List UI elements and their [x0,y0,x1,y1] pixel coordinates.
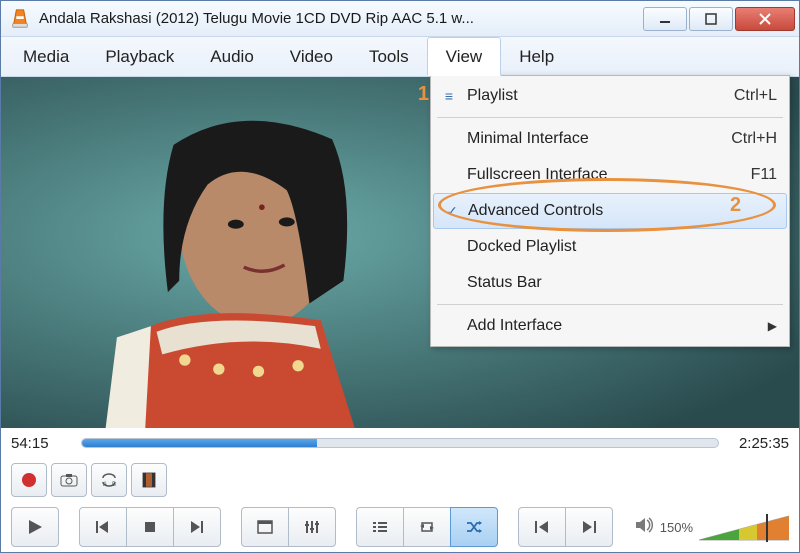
playlist-group [356,507,498,547]
time-elapsed[interactable]: 54:15 [11,435,71,452]
play-icon [26,518,44,536]
advanced-controls-row: AB [1,458,799,502]
menu-media[interactable]: Media [5,37,87,76]
check-icon: ✓ [442,203,462,220]
menu-shortcut: Ctrl+H [731,130,777,148]
record-icon [22,473,36,487]
skip-group [518,507,613,547]
annotation-2: 2 [730,194,741,217]
annotation-1: 1 [418,83,429,106]
app-icon [9,8,31,30]
seekbar-row: 54:15 2:25:35 [1,428,799,458]
menu-view[interactable]: View [427,37,502,76]
volume-control: 150% [634,512,789,542]
titlebar[interactable]: Andala Rakshasi (2012) Telugu Movie 1CD … [1,1,799,37]
shuffle-button[interactable] [450,507,498,547]
menu-video[interactable]: Video [272,37,351,76]
menu-item-label: Minimal Interface [467,130,589,148]
next-button[interactable] [173,507,221,547]
stop-icon [143,520,157,534]
menubar: Media Playback Audio Video Tools View He… [1,37,799,77]
snapshot-button[interactable] [51,463,87,497]
fullscreen-button[interactable] [241,507,289,547]
menu-shortcut: Ctrl+L [734,87,777,105]
skip-back-button[interactable] [518,507,566,547]
menu-item-label: Playlist [467,87,518,105]
play-button[interactable] [11,507,59,547]
menu-tools[interactable]: Tools [351,37,427,76]
window-buttons [641,7,795,31]
playlist-button[interactable] [356,507,404,547]
menu-playback[interactable]: Playback [87,37,192,76]
loop-icon: AB [100,472,118,488]
playlist-icon [372,520,388,534]
record-button[interactable] [11,463,47,497]
skip-fwd-button[interactable] [565,507,613,547]
window-title: Andala Rakshasi (2012) Telugu Movie 1CD … [39,10,641,27]
menu-separator [437,304,783,305]
list-icon: ≡ [439,88,459,104]
loop-ab-button[interactable]: AB [91,463,127,497]
volume-slider[interactable] [699,512,789,542]
seek-fill [82,439,317,447]
repeat-button[interactable] [403,507,451,547]
next-icon [189,520,205,534]
menu-shortcut: F11 [751,166,777,184]
main-controls-row: 150% [1,502,799,552]
minimize-button[interactable] [643,7,687,31]
camera-icon [60,473,78,487]
menu-item-fullscreen[interactable]: Fullscreen Interface F11 [431,157,789,193]
seek-slider[interactable] [81,438,719,448]
svg-text:B: B [112,482,116,488]
menu-item-label: Add Interface [467,317,562,335]
skip-back-icon [534,520,550,534]
speaker-icon[interactable] [634,516,654,539]
view-group [241,507,336,547]
submenu-arrow-icon: ▶ [768,319,777,333]
menu-audio[interactable]: Audio [192,37,271,76]
shuffle-icon [466,520,482,534]
menu-item-docked-playlist[interactable]: Docked Playlist [431,229,789,265]
skip-fwd-icon [581,520,597,534]
ext-settings-button[interactable] [288,507,336,547]
menu-item-label: Docked Playlist [467,238,576,256]
svg-text:A: A [103,482,107,488]
sliders-icon [304,519,320,535]
menu-help[interactable]: Help [501,37,572,76]
prev-icon [95,520,111,534]
menu-item-label: Advanced Controls [468,202,603,220]
menu-item-minimal[interactable]: Minimal Interface Ctrl+H [431,121,789,157]
menu-item-add-interface[interactable]: Add Interface ▶ [431,308,789,344]
volume-label: 150% [660,520,693,535]
nav-group [79,507,221,547]
repeat-icon [419,520,435,534]
filmstrip-icon [141,472,157,488]
prev-button[interactable] [79,507,127,547]
fullscreen-icon [257,520,273,534]
time-total[interactable]: 2:25:35 [729,435,789,452]
menu-item-label: Status Bar [467,274,542,292]
maximize-button[interactable] [689,7,733,31]
close-button[interactable] [735,7,795,31]
stop-button[interactable] [126,507,174,547]
menu-separator [437,117,783,118]
menu-item-playlist[interactable]: ≡ Playlist Ctrl+L [431,78,789,114]
menu-item-status-bar[interactable]: Status Bar [431,265,789,301]
frame-step-button[interactable] [131,463,167,497]
menu-item-label: Fullscreen Interface [467,166,608,184]
